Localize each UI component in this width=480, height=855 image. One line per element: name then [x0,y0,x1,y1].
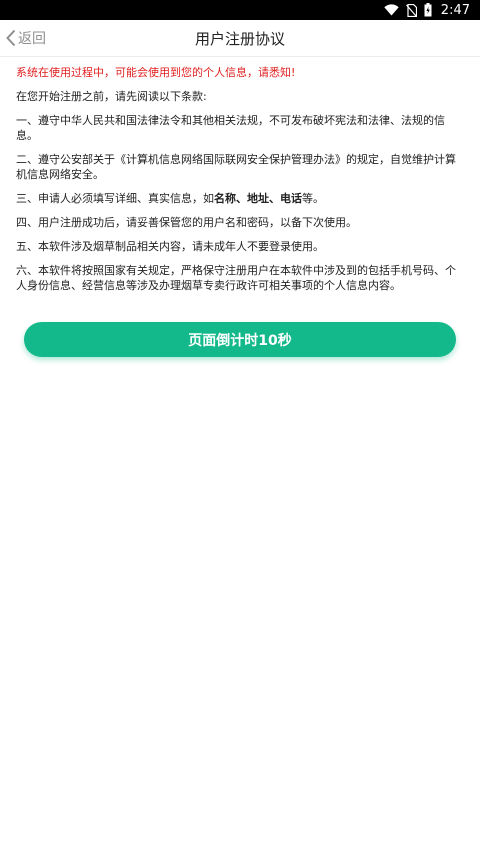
wifi-icon [384,4,399,16]
page-title: 用户注册协议 [194,29,285,48]
countdown-button[interactable]: 页面倒计时10秒 [24,322,456,357]
agreement-intro: 在您开始注册之前，请先阅读以下条款: [16,90,207,103]
chevron-left-icon [6,29,16,47]
agreement-item-4: 四、用户注册成功后，请妥善保管您的用户名和密码，以备下次使用。 [16,216,357,229]
agreement-item-3: 三、申请人必须填写详细、真实信息，如名称、地址、电话等。 [16,192,324,205]
no-sim-icon [405,3,417,17]
back-label: 返回 [18,31,46,47]
agreement-item-5: 五、本软件涉及烟草制品相关内容，请未成年人不要登录使用。 [16,240,324,253]
agreement-item-1: 一、遵守中华人民共和国法律法令和其他相关法规，不可发布破坏宪法和法律、法规的信息… [16,114,445,142]
agreement-item-2: 二、遵守公安部关于《计算机信息网络国际联网安全保护管理办法》的规定，自觉维护计算… [16,153,456,181]
agreement-content: 系统在使用过程中，可能会使用到您的个人信息，请悉知! 在您开始注册之前，请先阅读… [0,57,480,293]
battery-icon [424,3,432,17]
privacy-notice: 系统在使用过程中，可能会使用到您的个人信息，请悉知! [16,66,296,79]
nav-bar: 返回 用户注册协议 [0,20,480,57]
status-time: 2:47 [440,2,470,18]
status-bar: 2:47 [0,0,480,20]
back-button[interactable]: 返回 [6,20,46,56]
countdown-label: 页面倒计时10秒 [188,332,292,349]
agreement-item-6: 六、本软件将按照国家有关规定，严格保守注册用户在本软件中涉及到的包括手机号码、个… [16,264,456,292]
